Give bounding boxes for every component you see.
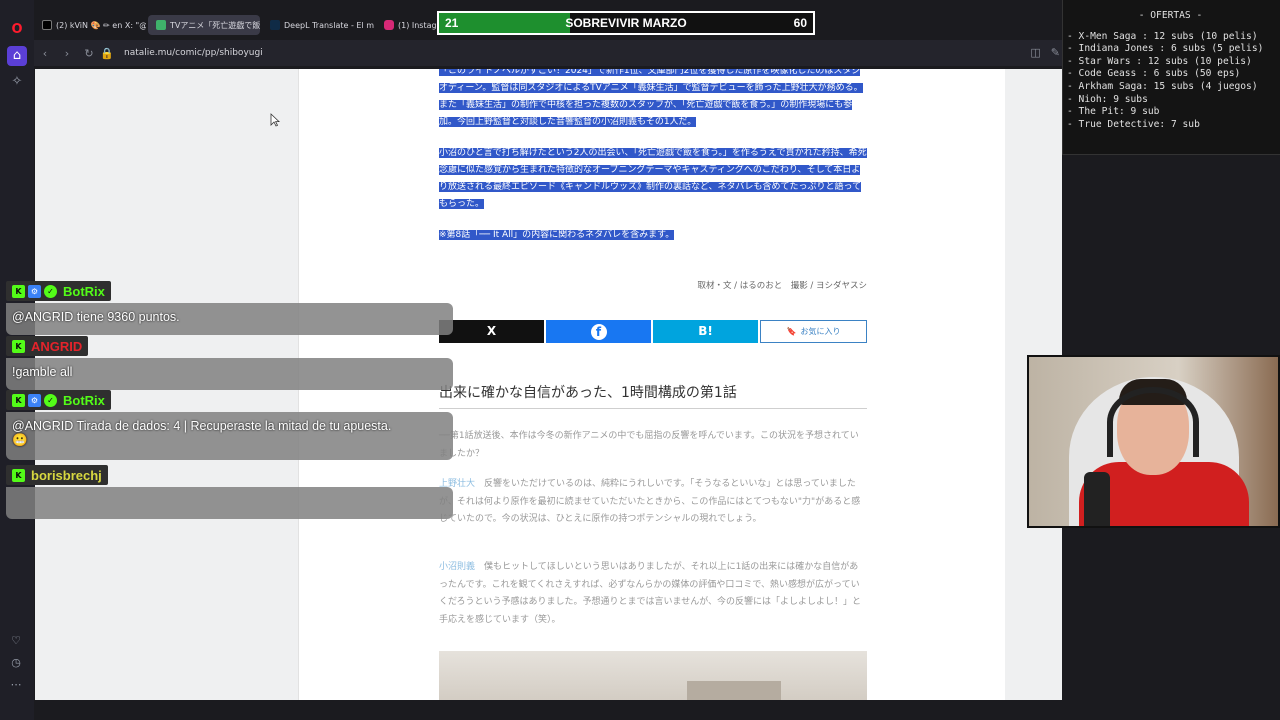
share-bar: X f B! 🔖 お気に入り xyxy=(439,320,867,343)
chat-username[interactable]: ANGRID xyxy=(31,339,82,354)
chat-username[interactable]: BotRix xyxy=(63,284,105,299)
tab-natalie[interactable]: TVアニメ「死亡遊戯で飯を食う。」 xyxy=(148,15,260,35)
history-icon[interactable]: ◷ xyxy=(9,656,23,670)
spoiler-note: ※第8話「── It All」の内容に関わるネタバレを含みます。 xyxy=(439,227,867,244)
answer-text: 反響をいただけているのは、純粋にうれしいです。「そうなるといいな」とは思っていま… xyxy=(439,479,861,524)
x-icon: X xyxy=(486,324,497,338)
intro-paragraph: 「このライトノベルがすごい！2024」で新作1位、文庫部門2位を獲得した原作を映… xyxy=(439,69,867,131)
chat-text: !gamble all xyxy=(6,358,453,390)
tab-label: DeepL Translate - El mejor xyxy=(284,20,374,30)
tab-deepl[interactable]: DeepL Translate - El mejor xyxy=(262,15,374,35)
chat-header: K borisbrechj xyxy=(6,465,108,485)
facebook-icon: f xyxy=(590,323,607,340)
natalie-favicon-icon xyxy=(156,20,166,30)
credit-line: 取材・文 / はるのおと 撮影 / ヨシダヤスシ xyxy=(697,281,867,291)
speaker-name[interactable]: 小沼則義 xyxy=(439,562,475,572)
chat-message: K ⚙ ✓ BotRix @ANGRID tiene 9360 puntos. xyxy=(6,281,453,335)
favorite-button[interactable]: 🔖 お気に入り xyxy=(760,320,867,343)
progress-current: 21 xyxy=(445,16,459,30)
back-icon[interactable]: ‹ xyxy=(34,47,56,60)
article: 「このライトノベルがすごい！2024」で新作1位、文庫部門2位を獲得した原作を映… xyxy=(439,69,867,700)
selected-text: 小沼のひと言で打ち解けたという2人の出会い、「死亡遊戯で飯を食う。」を作るうえで… xyxy=(439,148,867,209)
emote-icon: 😬 xyxy=(12,433,28,447)
chat-header: K ⚙ ✓ BotRix xyxy=(6,390,111,410)
headset-icon xyxy=(1107,387,1199,457)
share-facebook-button[interactable]: f xyxy=(546,320,651,343)
chat-text-box: @ANGRID Tirada de dados: 4 | Recuperaste… xyxy=(6,412,453,460)
verified-badge-icon: ✓ xyxy=(44,393,57,407)
tab-twitter[interactable]: (2) kViN 🎨 ✏ en X: "@el xyxy=(34,15,146,35)
share-hatena-button[interactable]: B! xyxy=(653,320,758,343)
kick-badge-icon: K xyxy=(12,339,25,353)
chat-text: @ANGRID tiene 9360 puntos. xyxy=(6,303,453,335)
url-field[interactable]: natalie.mu/comic/pp/shiboyugi xyxy=(124,48,263,58)
deepl-favicon-icon xyxy=(270,20,280,30)
offer-item: - Code Geass : 6 subs (50 eps) xyxy=(1067,68,1241,80)
chat-header: K ANGRID xyxy=(6,336,89,356)
reload-icon[interactable]: ↻ xyxy=(78,47,100,60)
offer-item: - Nioh: 9 subs xyxy=(1067,93,1148,105)
offer-item: - True Detective: 7 sub xyxy=(1067,118,1200,130)
interview-photo xyxy=(439,651,867,700)
progress-title: SOBREVIVIR MARZO xyxy=(565,16,687,30)
subgoal-progress-bar: SOBREVIVIR MARZO 21 60 xyxy=(437,11,815,35)
chat-message: K borisbrechj xyxy=(6,465,453,519)
offer-item: - Indiana Jones : 6 subs (5 pelis) xyxy=(1067,43,1264,55)
x-favicon-icon xyxy=(42,20,52,30)
instagram-favicon-icon xyxy=(384,20,394,30)
offers-title: - OFERTAS - xyxy=(1138,10,1203,21)
selected-text: ※第8話「── It All」の内容に関わるネタバレを含みます。 xyxy=(439,230,675,240)
selected-text: 「このライトノベルがすごい！2024」で新作1位、文庫部門2位を獲得した原作を映… xyxy=(439,69,863,127)
kick-badge-icon: K xyxy=(12,284,25,298)
kick-badge-icon: K xyxy=(12,393,25,407)
photo-detail xyxy=(687,681,781,700)
progress-goal: 60 xyxy=(793,16,807,30)
mouse-cursor-icon xyxy=(270,113,280,127)
screen: O ⌂ ✧ ♡ ◷ ⋯ (2) kViN 🎨 ✏ en X: "@el TVアニ… xyxy=(0,0,1280,720)
chat-message: K ⚙ ✓ BotRix @ANGRID Tirada de dados: 4 … xyxy=(6,390,453,460)
chat-header: K ⚙ ✓ BotRix xyxy=(6,281,111,301)
bot-badge-icon: ⚙ xyxy=(28,393,41,407)
offer-item: - X-Men Saga : 12 subs (10 pelis) xyxy=(1067,30,1258,42)
kick-badge-icon: K xyxy=(12,468,25,482)
bookmark-icon: 🔖 xyxy=(786,327,797,336)
offer-item: - The Pit: 9 sub xyxy=(1067,106,1160,118)
forward-icon[interactable]: › xyxy=(56,47,78,60)
offer-item: - Star Wars : 12 subs (10 pelis) xyxy=(1067,55,1252,67)
question-paragraph: ──第1話放送後、本作は今冬の新作アニメの中でも屈指の反響を呼んでいます。この状… xyxy=(439,431,859,459)
verified-badge-icon: ✓ xyxy=(44,284,57,298)
share-x-button[interactable]: X xyxy=(439,320,544,343)
heart-icon[interactable]: ♡ xyxy=(9,634,23,648)
home-icon[interactable]: ⌂ xyxy=(7,46,27,66)
chat-message: K ANGRID !gamble all xyxy=(6,336,453,390)
chat-username[interactable]: BotRix xyxy=(63,393,105,408)
tab-label: (2) kViN 🎨 ✏ en X: "@el xyxy=(56,20,146,30)
pin-icon[interactable]: ✧ xyxy=(7,72,27,92)
favorite-label: お気に入り xyxy=(800,327,841,336)
answer-paragraph: 小沼則義 僕もヒットしてほしいという思いはありましたが、それ以上に1話の出来には… xyxy=(439,559,867,629)
bot-badge-icon: ⚙ xyxy=(28,284,41,298)
edit-icon[interactable]: ✎ xyxy=(1051,46,1060,59)
opera-logo-icon[interactable]: O xyxy=(7,20,27,40)
stream-chat: K ⚙ ✓ BotRix @ANGRID tiene 9360 puntos. … xyxy=(6,281,453,521)
intro-paragraph-2: 小沼のひと言で打ち解けたという2人の出会い、「死亡遊戯で飯を食う。」を作るうえで… xyxy=(439,145,867,213)
section-heading: 出来に確かな自信があった、1時間構成の第1話 xyxy=(439,385,867,409)
progress-track: SOBREVIVIR MARZO 21 60 xyxy=(439,13,813,33)
split-view-icon[interactable]: ◫ xyxy=(1030,46,1040,59)
microphone-icon xyxy=(1084,472,1110,526)
offer-item: - Arkham Saga: 15 subs (4 juegos) xyxy=(1067,80,1258,92)
tab-label: TVアニメ「死亡遊戯で飯を食う。」 xyxy=(170,20,260,30)
chat-username[interactable]: borisbrechj xyxy=(31,468,102,483)
hatena-icon: B! xyxy=(698,324,713,338)
chat-text xyxy=(6,487,453,519)
webcam-feed xyxy=(1027,355,1280,528)
answer-paragraph: 上野壮大 反響をいただけているのは、純粋にうれしいです。「そうなるといいな」とは… xyxy=(439,476,867,529)
offers-panel: - OFERTAS - - X-Men Saga : 12 subs (10 p… xyxy=(1062,0,1280,155)
lock-icon: 🔒 xyxy=(100,46,114,60)
chat-text: @ANGRID Tirada de dados: 4 | Recuperaste… xyxy=(12,419,392,433)
answer-text: 僕もヒットしてほしいという思いはありましたが、それ以上に1話の出来には確かな自信… xyxy=(439,562,862,625)
more-icon[interactable]: ⋯ xyxy=(9,678,23,692)
